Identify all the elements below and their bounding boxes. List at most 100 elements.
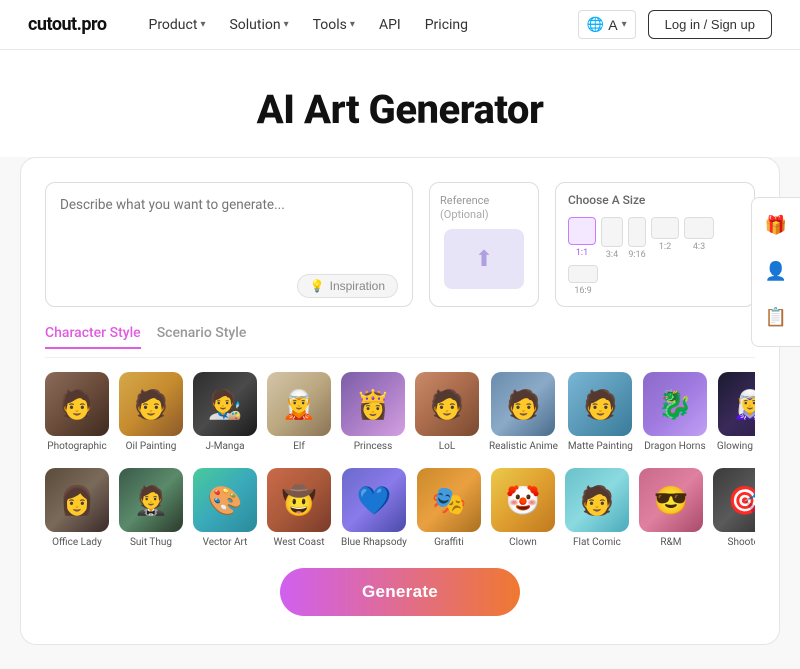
style-label-glow: Glowing Forest	[717, 441, 755, 452]
login-button[interactable]: Log in / Sign up	[648, 10, 772, 39]
style-label-matte: Matte Painting	[568, 441, 633, 452]
support-icon: 👤	[765, 261, 787, 282]
style-item-graffiti[interactable]: 🎭Graffiti	[417, 468, 481, 548]
size-shape-169	[568, 265, 598, 283]
size-shape-12	[651, 217, 679, 239]
style-image-west: 🤠	[267, 468, 331, 532]
lightbulb-icon: 💡	[310, 279, 325, 293]
style-label-elf: Elf	[293, 441, 305, 452]
style-image-shooter: 🎯	[713, 468, 755, 532]
size-option-34[interactable]: 3:4	[601, 217, 623, 260]
prompt-input[interactable]	[60, 197, 398, 268]
chevron-down-icon: ▾	[350, 19, 355, 30]
style-item-suit[interactable]: 🤵Suit Thug	[119, 468, 183, 548]
style-item-office[interactable]: 👩Office Lady	[45, 468, 109, 548]
chevron-down-icon: ▾	[284, 19, 289, 30]
style-item-west[interactable]: 🤠West Coast	[267, 468, 331, 548]
chevron-down-icon: ▾	[200, 19, 205, 30]
chevron-down-icon: ▾	[622, 19, 627, 30]
style-image-realistic: 🧑	[491, 372, 555, 436]
style-label-realistic: Realistic Anime	[489, 441, 558, 452]
style-image-flat: 🧑	[565, 468, 629, 532]
style-image-princess: 👸	[341, 372, 405, 436]
style-label-dragon: Dragon Horns	[644, 441, 705, 452]
style-label-lol: LoL	[439, 441, 455, 452]
reference-label: Reference (Optional)	[440, 193, 528, 221]
top-row: 💡 Inspiration Reference (Optional) ⬆ Cho…	[45, 182, 755, 307]
style-image-oil: 🧑	[119, 372, 183, 436]
inspiration-button[interactable]: 💡 Inspiration	[297, 274, 398, 298]
float-sidebar: 🎁 👤 📋	[751, 197, 800, 347]
style-image-elf: 🧝	[267, 372, 331, 436]
style-image-glow: 🧝‍♀️	[718, 372, 755, 436]
style-label-manga: J-Manga	[205, 441, 244, 452]
style-item-clown[interactable]: 🤡Clown	[491, 468, 555, 548]
style-image-blue: 💙	[342, 468, 406, 532]
nav-pricing[interactable]: Pricing	[415, 11, 478, 39]
size-option-169[interactable]: 16:9	[568, 265, 598, 296]
nav-links: Product ▾ Solution ▾ Tools ▾ API Pricing	[138, 11, 577, 39]
nav-api[interactable]: API	[369, 11, 411, 39]
size-box: Choose A Size 1:1 3:4 9:16 1:2	[555, 182, 755, 307]
gift-icon: 🎁	[765, 215, 787, 236]
size-shape-11	[568, 217, 596, 245]
style-item-rm[interactable]: 😎R&M	[639, 468, 703, 548]
style-image-dragon: 🐉	[643, 372, 707, 436]
style-item-glow[interactable]: 🧝‍♀️ Glowing Forest	[717, 372, 755, 452]
generate-button[interactable]: Generate	[280, 568, 520, 616]
reference-upload[interactable]: ⬆	[444, 229, 524, 289]
style-image-matte: 🧑	[568, 372, 632, 436]
style-item-vector[interactable]: 🎨Vector Art	[193, 468, 257, 548]
feedback-button[interactable]: 📋	[756, 298, 796, 338]
style-item-flat[interactable]: 🧑Flat Comic	[565, 468, 629, 548]
style-item-realistic[interactable]: 🧑 Realistic Anime	[489, 372, 558, 452]
page-title: AI Art Generator	[20, 86, 780, 133]
support-button[interactable]: 👤	[756, 252, 796, 292]
style-image-clown: 🤡	[491, 468, 555, 532]
style-item-dragon[interactable]: 🐉 Dragon Horns	[643, 372, 707, 452]
style-item-shooter[interactable]: 🎯Shooter	[713, 468, 755, 548]
style-grid-row2: 👩Office Lady🤵Suit Thug🎨Vector Art🤠West C…	[45, 468, 755, 552]
style-item-manga[interactable]: 🧑‍🎨J-Manga	[193, 372, 257, 452]
gift-button[interactable]: 🎁	[756, 206, 796, 246]
main-card: 💡 Inspiration Reference (Optional) ⬆ Cho…	[20, 157, 780, 645]
size-shape-43	[684, 217, 714, 239]
style-tabs: Character Style Scenario Style	[45, 325, 755, 358]
tab-character-style[interactable]: Character Style	[45, 325, 141, 349]
size-option-916[interactable]: 9:16	[628, 217, 646, 260]
nav-right: 🌐 A ▾ Log in / Sign up	[578, 10, 772, 39]
style-image-lol: 🧑	[415, 372, 479, 436]
size-shape-34	[601, 217, 623, 247]
nav-product[interactable]: Product ▾	[138, 11, 215, 39]
style-image-graffiti: 🎭	[417, 468, 481, 532]
style-label-oil: Oil Painting	[126, 441, 177, 452]
style-item-matte[interactable]: 🧑 Matte Painting	[568, 372, 633, 452]
size-option-43[interactable]: 4:3	[684, 217, 714, 260]
generate-wrap: Generate	[45, 568, 755, 616]
size-options: 1:1 3:4 9:16 1:2 4:3	[568, 217, 742, 296]
style-item-lol[interactable]: 🧑 LoL	[415, 372, 479, 452]
style-item-princess[interactable]: 👸 Princess	[341, 372, 405, 452]
style-item-photographic[interactable]: 🧑Photographic	[45, 372, 109, 452]
style-item-blue[interactable]: 💙Blue Rhapsody	[341, 468, 407, 548]
style-label-princess: Princess	[354, 441, 393, 452]
style-image-suit: 🤵	[119, 468, 183, 532]
style-label-photographic: Photographic	[47, 441, 106, 452]
logo[interactable]: cutout.pro	[28, 14, 106, 35]
translate-icon: 🌐	[587, 16, 604, 33]
style-image-office: 👩	[45, 468, 109, 532]
nav-solution[interactable]: Solution ▾	[219, 11, 298, 39]
tab-scenario-style[interactable]: Scenario Style	[157, 325, 247, 349]
language-button[interactable]: 🌐 A ▾	[578, 10, 636, 39]
feedback-icon: 📋	[765, 307, 787, 328]
style-item-elf[interactable]: 🧝 Elf	[267, 372, 331, 452]
style-grid-row1: 🧑Photographic🧑Oil Painting🧑‍🎨J-Manga🧝Elf…	[45, 372, 755, 456]
size-option-12[interactable]: 1:2	[651, 217, 679, 260]
reference-box: Reference (Optional) ⬆	[429, 182, 539, 307]
style-image-rm: 😎	[639, 468, 703, 532]
style-item-oil[interactable]: 🧑 Oil Painting	[119, 372, 183, 452]
size-option-11[interactable]: 1:1	[568, 217, 596, 260]
style-image-vector: 🎨	[193, 468, 257, 532]
prompt-area: 💡 Inspiration	[45, 182, 413, 307]
nav-tools[interactable]: Tools ▾	[303, 11, 365, 39]
